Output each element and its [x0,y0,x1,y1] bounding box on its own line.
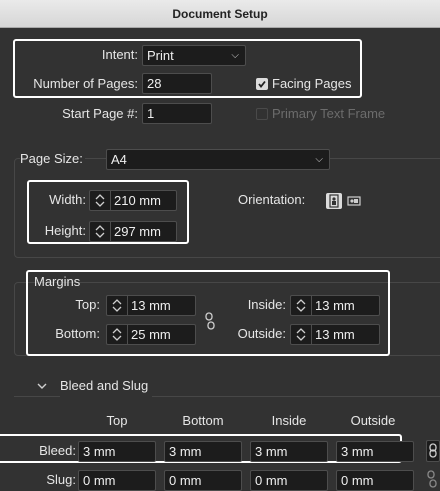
bleed-inside-field[interactable]: 3 mm [250,441,328,462]
facing-pages-checkbox[interactable] [256,78,268,90]
margin-top-label: Top: [75,297,100,312]
chevron-down-icon: ⌵ [231,50,239,61]
stepper-icon[interactable] [291,325,312,344]
margin-outside-stepper[interactable]: 13 mm [290,324,380,345]
facing-pages-label[interactable]: Facing Pages [272,73,352,95]
page-size-select[interactable]: A4 ⌵ [106,149,330,170]
slug-bottom-field[interactable]: 0 mm [164,470,242,491]
bleed-slug-title[interactable]: Bleed and Slug [60,375,153,397]
window-title: Document Setup [0,0,440,28]
chain-broken-icon[interactable] [426,470,438,488]
bleed-top-field[interactable]: 3 mm [78,441,156,462]
chevron-down-icon[interactable] [36,380,48,392]
margin-inside-stepper[interactable]: 13 mm [290,295,380,316]
margin-outside-label: Outside: [237,326,286,341]
page-size-value: A4 [111,152,127,167]
margin-inside-label: Inside: [247,297,286,312]
orientation-label: Orientation: [238,192,306,207]
margin-top-value: 13 mm [131,298,171,313]
intent-value: Print [147,48,174,63]
height-stepper[interactable]: 297 mm [89,221,177,242]
margins-title: Margins [34,274,81,289]
slug-label: Slug: [46,472,76,487]
margin-bottom-label: Bottom: [55,326,100,341]
width-value: 210 mm [114,193,161,208]
margin-inside-value: 13 mm [315,298,355,313]
stepper-icon[interactable] [107,325,128,344]
col-header-outside: Outside [350,413,396,428]
margin-outside-value: 13 mm [315,327,355,342]
stepper-icon[interactable] [90,191,111,210]
checkmark-icon [258,80,266,88]
slug-inside-field[interactable]: 0 mm [250,470,328,491]
start-page-label: Start Page #: [62,106,138,121]
chain-broken-icon[interactable] [203,312,217,330]
margin-bottom-value: 25 mm [131,327,171,342]
col-header-top: Top [106,413,128,428]
primary-text-frame-checkbox [256,108,268,120]
primary-text-frame-label: Primary Text Frame [272,106,386,121]
pages-label: Number of Pages: [33,76,138,91]
width-label: Width: [49,192,86,207]
bleed-outside-field[interactable]: 3 mm [336,441,414,462]
stepper-icon[interactable] [90,222,111,241]
chevron-down-icon: ⌵ [315,154,323,165]
intent-label: Intent: [101,47,138,62]
stepper-icon[interactable] [107,296,128,315]
height-value: 297 mm [114,224,161,239]
start-page-field[interactable]: 1 [142,103,212,124]
stepper-icon[interactable] [291,296,312,315]
bleed-label: Bleed: [39,443,76,458]
slug-outside-field[interactable]: 0 mm [336,470,414,491]
height-label: Height: [44,223,86,238]
margin-bottom-stepper[interactable]: 25 mm [106,324,196,345]
link-icon[interactable] [426,440,440,462]
pages-field[interactable]: 28 [142,73,212,94]
bleed-bottom-field[interactable]: 3 mm [164,441,242,462]
margin-top-stepper[interactable]: 13 mm [106,295,196,316]
intent-select[interactable]: Print ⌵ [142,45,246,66]
col-header-bottom: Bottom [182,413,224,428]
col-header-inside: Inside [271,413,307,428]
width-stepper[interactable]: 210 mm [89,190,177,211]
slug-top-field[interactable]: 0 mm [78,470,156,491]
page-size-label: Page Size: [20,148,85,170]
portrait-icon[interactable] [326,193,342,209]
landscape-icon[interactable] [346,193,362,209]
